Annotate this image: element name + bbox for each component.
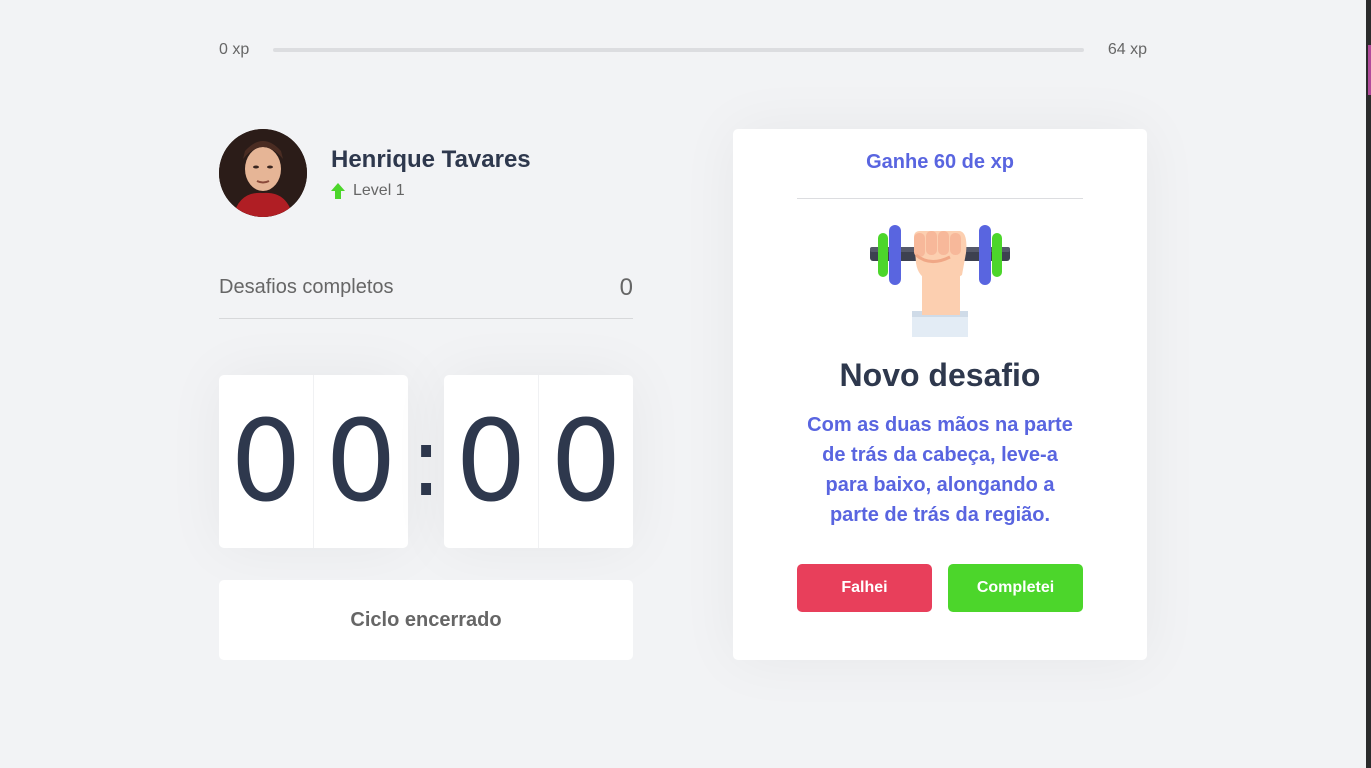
level-label: Level 1 [353, 182, 405, 199]
challenge-description: Com as duas mãos na parte de trás da cab… [807, 414, 1073, 526]
avatar-image [219, 129, 307, 217]
profile: Henrique Tavares Level 1 [219, 129, 531, 217]
profile-name: Henrique Tavares [331, 146, 531, 173]
challenge-title: Novo desafio [839, 357, 1041, 393]
countdown-minutes: 0 0 [219, 375, 408, 548]
xp-max-label: 64 xp [1107, 41, 1147, 58]
complete-button[interactable]: Completei [948, 564, 1083, 612]
minute-digit-right: 0 [313, 375, 408, 548]
completed-challenges-label: Desafios completos [219, 276, 394, 298]
profile-info: Henrique Tavares Level 1 [331, 146, 531, 200]
window-scrollbar[interactable] [1366, 0, 1371, 768]
second-digit-left: 0 [455, 396, 527, 527]
arrow-up-icon [331, 183, 345, 199]
countdown: 0 0 : 0 0 [219, 375, 633, 548]
dumbbell-icon [870, 225, 1010, 337]
main-container: 0 xp 64 xp Henrique Tavares Level 1 Desa… [219, 0, 1147, 768]
countdown-seconds: 0 0 [444, 375, 633, 548]
completed-challenges-count: 0 [619, 274, 633, 301]
xp-track [273, 48, 1084, 52]
xp-min-label: 0 xp [219, 41, 250, 58]
minute-digit-left: 0 [230, 396, 302, 527]
challenge-actions: Falhei Completei [797, 564, 1083, 612]
challenge-box: Ganhe 60 de xp Novo desafio Com as duas … [733, 129, 1147, 660]
experience-bar: 0 xp 64 xp [219, 40, 1147, 60]
challenge-reward: Ganhe 60 de xp [797, 129, 1083, 199]
cycle-ended-button[interactable]: Ciclo encerrado [219, 580, 633, 660]
fail-button[interactable]: Falhei [797, 564, 932, 612]
second-digit-right: 0 [538, 375, 633, 548]
completed-challenges: Desafios completos 0 [219, 270, 633, 319]
profile-level: Level 1 [331, 182, 531, 200]
avatar [219, 129, 307, 217]
countdown-separator: : [409, 405, 443, 518]
